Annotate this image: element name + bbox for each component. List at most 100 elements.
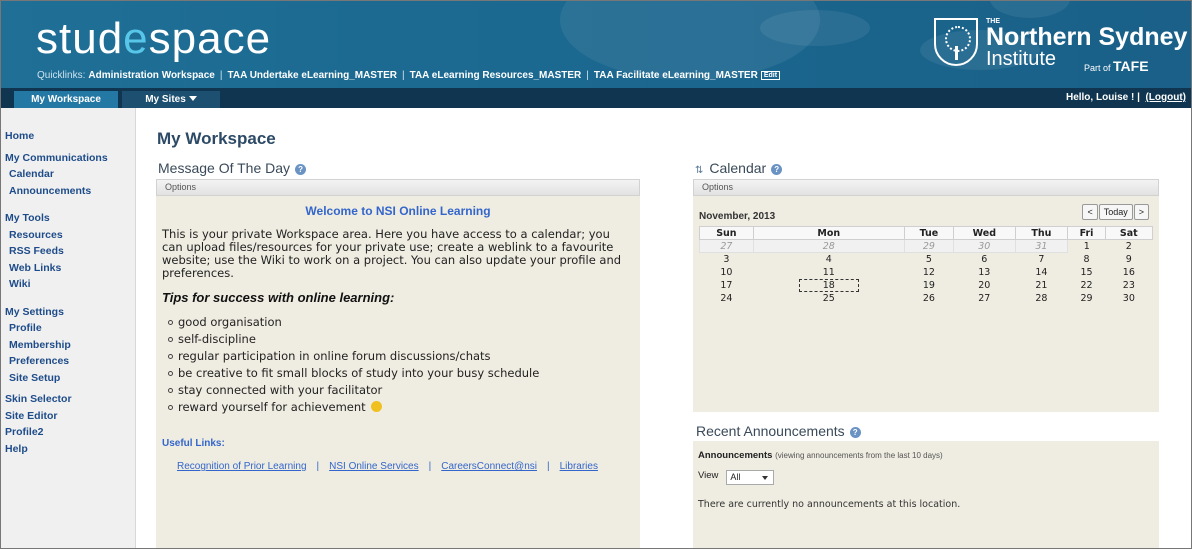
calendar-prev-button[interactable]: < — [1082, 204, 1098, 220]
logout-link[interactable]: (Logout) — [1145, 92, 1186, 103]
sidebar-item-resources[interactable]: Resources — [0, 227, 135, 244]
tip-text: good organisation — [178, 315, 282, 329]
calendar-day[interactable]: 28 — [1015, 292, 1068, 305]
calendar-day[interactable]: 1 — [1068, 240, 1105, 253]
link-careersconnect[interactable]: CareersConnect@nsi — [441, 461, 537, 472]
tab-my-sites[interactable]: My Sites — [122, 91, 220, 108]
sidebar-heading-tools: My Tools — [5, 212, 50, 224]
studespace-logo[interactable]: studespace — [36, 14, 271, 64]
sidebar-item-wiki[interactable]: Wiki — [0, 276, 135, 293]
calendar-day[interactable]: 27 — [954, 292, 1015, 305]
calendar-day[interactable]: 4 — [753, 253, 904, 266]
link-separator: | — [428, 461, 432, 472]
link-separator: | — [546, 461, 550, 472]
smiley-icon — [371, 401, 383, 412]
calendar-day[interactable]: 12 — [904, 266, 953, 279]
help-icon[interactable]: ? — [849, 427, 861, 438]
sidebar-item-web-links[interactable]: Web Links — [0, 260, 135, 277]
calendar-day-other-month[interactable]: 31 — [1014, 239, 1069, 253]
calendar-day-other-month[interactable]: 30 — [953, 239, 1016, 253]
sidebar: Home My Communications Calendar Announce… — [0, 108, 136, 549]
bullet-icon — [168, 320, 173, 325]
quicklink-administration-workspace[interactable]: Administration Workspace — [88, 70, 215, 81]
quicklink-separator: | — [586, 70, 589, 81]
tab-label: My Sites — [145, 94, 186, 105]
link-separator: | — [316, 461, 320, 472]
calendar-day[interactable]: 30 — [1105, 292, 1152, 305]
motd-options-link[interactable]: Options — [165, 182, 196, 192]
calendar-day[interactable]: 14 — [1015, 266, 1068, 279]
quicklink-taa-undertake[interactable]: TAA Undertake eLearning_MASTER — [227, 70, 396, 81]
calendar-day-today[interactable]: 18 — [753, 278, 904, 292]
announcements-empty-message: There are currently no announcements at … — [698, 499, 961, 510]
edit-quicklinks-button[interactable]: Edit — [760, 71, 781, 80]
sidebar-item-site-setup[interactable]: Site Setup — [0, 370, 135, 387]
calendar-day[interactable]: 17 — [700, 279, 754, 292]
sidebar-item-announcements[interactable]: Announcements — [0, 183, 135, 200]
quicklink-taa-resources[interactable]: TAA eLearning Resources_MASTER — [410, 70, 582, 81]
sidebar-item-help[interactable]: Help — [0, 441, 135, 458]
help-icon[interactable]: ? — [771, 164, 783, 175]
sidebar-item-profile2[interactable]: Profile2 — [0, 424, 135, 441]
calendar-day[interactable]: 3 — [700, 253, 754, 266]
calendar-day-other-month[interactable]: 27 — [699, 239, 754, 253]
calendar-day[interactable]: 15 — [1068, 266, 1105, 279]
tab-my-workspace[interactable]: My Workspace — [14, 91, 118, 108]
sidebar-item-home[interactable]: Home — [0, 128, 135, 145]
calendar-day[interactable]: 25 — [753, 292, 904, 305]
weekday-header: Wed — [953, 226, 1016, 240]
quicklink-separator: | — [401, 70, 405, 81]
link-nsi-online-services[interactable]: NSI Online Services — [329, 461, 418, 472]
calendar-next-button[interactable]: > — [1133, 204, 1149, 220]
sidebar-item-membership[interactable]: Membership — [0, 337, 135, 354]
calendar-day[interactable]: 10 — [700, 266, 754, 279]
calendar-day[interactable]: 20 — [954, 279, 1015, 292]
calendar-day[interactable]: 26 — [904, 292, 953, 305]
quicklink-separator: | — [219, 70, 223, 81]
motd-heading: Welcome to NSI Online Learning — [305, 204, 491, 218]
sidebar-item-skin-selector[interactable]: Skin Selector — [0, 391, 135, 408]
quicklink-taa-facilitate[interactable]: TAA Facilitate eLearning_MASTER — [594, 70, 758, 81]
calendar-day[interactable]: 29 — [1068, 292, 1105, 305]
calendar-today-button[interactable]: Today — [1098, 204, 1133, 220]
list-item: good organisation — [162, 314, 634, 331]
sidebar-item-rss-feeds[interactable]: RSS Feeds — [0, 243, 135, 260]
calendar-day[interactable]: 9 — [1105, 253, 1152, 266]
sidebar-item-profile[interactable]: Profile — [0, 320, 135, 337]
calendar-day[interactable]: 16 — [1105, 266, 1152, 279]
calendar-day[interactable]: 5 — [904, 253, 953, 266]
nsi-part-label: Part of — [1084, 63, 1111, 73]
sidebar-item-calendar[interactable]: Calendar — [0, 166, 135, 183]
link-libraries[interactable]: Libraries — [560, 461, 598, 472]
calendar-title-text: Calendar — [709, 160, 767, 176]
calendar-options-link[interactable]: Options — [702, 182, 733, 192]
calendar-day[interactable]: 24 — [700, 292, 754, 305]
calendar-day-other-month[interactable]: 28 — [752, 239, 905, 253]
view-select[interactable]: All — [726, 470, 775, 485]
bullet-icon — [168, 337, 173, 342]
calendar-day[interactable]: 19 — [904, 279, 953, 292]
help-icon[interactable]: ? — [295, 164, 307, 175]
calendar-day[interactable]: 22 — [1068, 279, 1105, 292]
tip-text: be creative to fit small blocks of study… — [178, 366, 540, 380]
bullet-icon — [168, 371, 173, 376]
announcements-view-row: View All — [698, 470, 1154, 485]
announcements-title: Recent Announcements? — [696, 423, 861, 439]
calendar-day[interactable]: 13 — [954, 266, 1015, 279]
site-banner: studespace Quicklinks: Administration Wor… — [0, 0, 1192, 88]
calendar-day-other-month[interactable]: 29 — [903, 239, 955, 253]
calendar-day[interactable]: 23 — [1105, 279, 1152, 292]
bullet-icon — [168, 354, 173, 359]
refresh-icon[interactable]: ⇅ — [695, 165, 703, 176]
calendar-day[interactable]: 11 — [753, 266, 904, 279]
sidebar-item-preferences[interactable]: Preferences — [0, 353, 135, 370]
link-recognition-prior-learning[interactable]: Recognition of Prior Learning — [177, 461, 307, 472]
announcements-subtitle: (viewing announcements from the last 10 … — [775, 451, 943, 460]
useful-links: Recognition of Prior Learning | NSI Online… — [162, 461, 634, 472]
calendar-day[interactable]: 6 — [954, 253, 1015, 266]
sidebar-item-site-editor[interactable]: Site Editor — [0, 408, 135, 425]
calendar-day[interactable]: 7 — [1015, 253, 1068, 266]
calendar-day[interactable]: 2 — [1105, 240, 1152, 253]
calendar-day[interactable]: 8 — [1068, 253, 1105, 266]
calendar-day[interactable]: 21 — [1015, 279, 1068, 292]
